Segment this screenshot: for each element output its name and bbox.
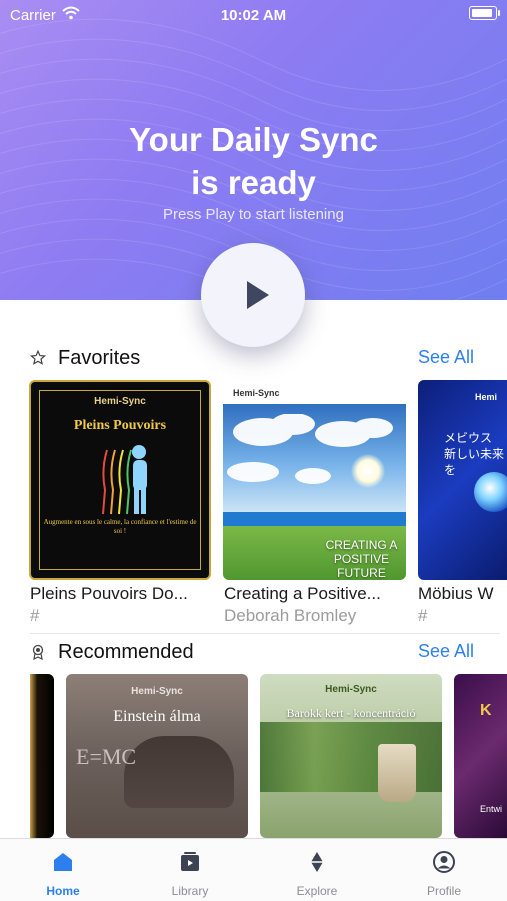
cover-text: Entwi <box>480 804 503 814</box>
orb-illustration <box>474 472 507 512</box>
recommended-card[interactable] <box>30 674 54 838</box>
profile-icon <box>433 851 455 873</box>
cover-title: Pleins Pouvoirs <box>73 418 167 433</box>
recommended-card[interactable]: K Entwi <box>454 674 507 838</box>
hero-title-line1: Your Daily Sync <box>129 121 378 158</box>
status-time: 10:02 AM <box>220 7 287 24</box>
sun-illustration <box>351 454 385 488</box>
tab-label: Profile <box>426 884 461 898</box>
hero-subtitle: Press Play to start listening <box>163 206 344 223</box>
cover-text: CREATING A POSITIVE FUTURE <box>325 538 398 580</box>
cover-text: Augmente en sous le calme, la confiance … <box>43 518 197 535</box>
cover-brand: Hemi-Sync <box>94 396 146 407</box>
award-icon <box>32 644 44 660</box>
favorites-title: Favorites <box>58 347 141 369</box>
status-bar: Carrier 10:02 AM <box>0 0 507 30</box>
cover-text: メビウス 新しい未来を <box>444 431 505 477</box>
tab-home[interactable]: Home <box>0 839 126 901</box>
library-icon <box>181 852 199 871</box>
favorite-card-positive-future[interactable]: Hemi-Sync CREATING A POSITIVE FUTURE <box>223 380 406 580</box>
cover-brand: Hemi-Sync <box>131 686 183 697</box>
portrait-illustration <box>124 736 234 808</box>
tab-label: Home <box>46 884 80 898</box>
star-icon <box>30 350 46 365</box>
play-button[interactable] <box>201 243 305 347</box>
home-icon <box>54 853 72 871</box>
favorites-header: Favorites See All <box>0 344 507 374</box>
cover-title: Barokk kert - koncentráció <box>286 706 416 720</box>
tab-library[interactable]: Library <box>127 839 253 901</box>
favorite-title: Creating a Positive... <box>224 584 381 603</box>
favorite-title: Pleins Pouvoirs Do... <box>30 584 188 603</box>
recommended-header: Recommended See All <box>0 638 507 668</box>
fountain-illustration <box>378 744 416 802</box>
tab-profile[interactable]: Profile <box>381 839 507 901</box>
cover-brand: Hemi-Sync <box>233 388 280 398</box>
battery-icon <box>469 6 500 20</box>
tab-bar: Home Library Explore Profile <box>0 838 507 901</box>
recommended-card-einstein[interactable]: Hemi-Sync Einstein álma E=MC <box>66 674 248 838</box>
cover-title: K <box>480 702 492 719</box>
recommended-see-all-link[interactable]: See All <box>418 641 474 662</box>
recommended-card-barokk-kert[interactable]: Hemi-Sync Barokk kert - koncentráció <box>260 674 442 838</box>
cover-brand: Hemi-Sync <box>325 684 377 695</box>
recommended-title: Recommended <box>58 641 194 663</box>
section-divider <box>30 633 500 634</box>
tab-label: Explore <box>296 884 338 898</box>
hero-title: Your Daily Sync is ready <box>0 118 507 204</box>
cover-text: E=MC <box>76 744 137 769</box>
cover-title: Einstein álma <box>113 708 201 725</box>
play-icon <box>247 281 269 309</box>
favorite-subtitle: # <box>418 606 428 625</box>
explore-icon <box>311 852 323 872</box>
favorite-card-pleins-pouvoirs[interactable]: Hemi-Sync Pleins Pouvoirs Augmente en so… <box>29 380 211 580</box>
cover-brand: Hemi <box>474 392 497 402</box>
tab-explore[interactable]: Explore <box>254 839 380 901</box>
favorite-card-mobius[interactable]: Hemi メビウス 新しい未来を <box>418 380 507 580</box>
hero-title-line2: is ready <box>191 164 316 201</box>
favorite-title: Möbius W <box>418 584 494 603</box>
favorite-subtitle: # <box>30 606 40 625</box>
favorite-subtitle: Deborah Bromley <box>224 606 357 625</box>
favorites-see-all-link[interactable]: See All <box>418 347 474 368</box>
figure-illustration <box>102 445 147 515</box>
tab-label: Library <box>171 884 209 898</box>
